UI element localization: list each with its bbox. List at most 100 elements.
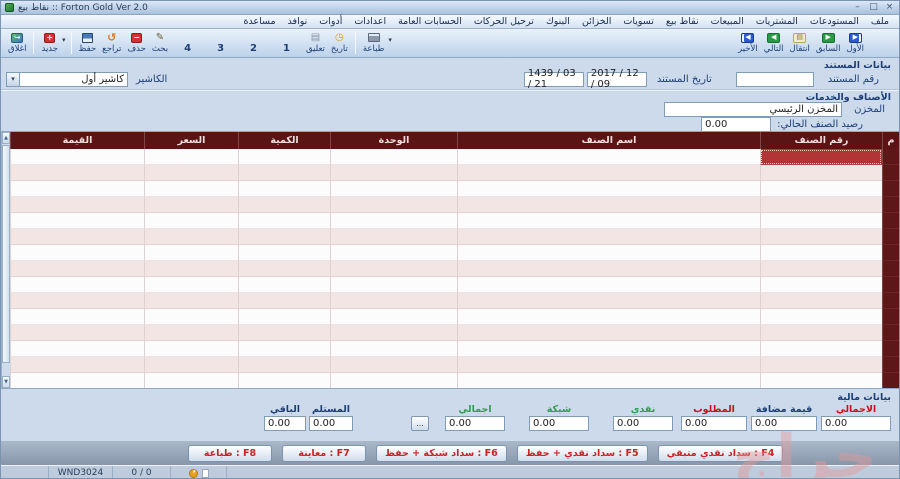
table-cell-itemno[interactable]: [760, 357, 882, 373]
table-cell-itemname[interactable]: [457, 245, 760, 261]
column-header-item-name[interactable]: اسم الصنف: [457, 132, 760, 149]
table-cell-itemno[interactable]: [760, 261, 882, 277]
table-cell-value[interactable]: [10, 181, 144, 197]
minimize-icon[interactable]: –: [852, 2, 863, 13]
table-row[interactable]: [10, 245, 899, 261]
menu-general-accounts[interactable]: الحسابات العامة: [392, 15, 468, 28]
scroll-down-icon[interactable]: ▼: [2, 376, 10, 388]
table-cell-value[interactable]: [10, 309, 144, 325]
scrollbar-thumb[interactable]: [2, 145, 10, 363]
vat-input[interactable]: 0.00: [751, 416, 817, 431]
table-cell-unit[interactable]: [330, 165, 457, 181]
goto-record-button[interactable]: ▤ انتقال: [787, 30, 813, 56]
table-cell-unit[interactable]: [330, 373, 457, 388]
cashier-dropdown-icon[interactable]: ▾: [6, 72, 19, 87]
table-cell-price[interactable]: [144, 357, 238, 373]
table-row[interactable]: [10, 357, 899, 373]
table-row[interactable]: [10, 373, 899, 388]
table-cell-price[interactable]: [144, 245, 238, 261]
history-button[interactable]: ◷ تاريخ: [328, 30, 351, 56]
table-row[interactable]: [10, 181, 899, 197]
slot-4[interactable]: 4: [184, 43, 191, 57]
table-cell-itemno[interactable]: [760, 181, 882, 197]
table-cell-unit[interactable]: [330, 293, 457, 309]
table-cell-value[interactable]: [10, 277, 144, 293]
table-cell-value[interactable]: [10, 325, 144, 341]
grand-total-input[interactable]: 0.00: [821, 416, 891, 431]
table-cell-price[interactable]: [144, 213, 238, 229]
menu-pos[interactable]: نقاط بيع: [660, 15, 705, 28]
table-cell-price[interactable]: [144, 261, 238, 277]
table-cell-itemno[interactable]: [760, 197, 882, 213]
menu-sales[interactable]: المبيعات: [705, 15, 750, 28]
slot-3[interactable]: 3: [217, 43, 224, 57]
preview-f7-button[interactable]: F7 : معاينة: [282, 445, 366, 462]
save-button[interactable]: حفظ: [76, 30, 100, 56]
table-cell-value[interactable]: [10, 373, 144, 388]
menu-safes[interactable]: الخزائن: [576, 15, 617, 28]
table-cell-itemno[interactable]: [760, 165, 882, 181]
cash-input[interactable]: 0.00: [613, 416, 673, 431]
card-input[interactable]: 0.00: [529, 416, 589, 431]
table-cell-qty[interactable]: [238, 213, 330, 229]
search-button[interactable]: ✎ بحث: [149, 30, 171, 56]
vertical-scrollbar[interactable]: ▲ ▼: [1, 132, 10, 388]
warehouse-input[interactable]: المخزن الرئيسي: [664, 102, 842, 117]
table-cell-itemno[interactable]: [760, 373, 882, 388]
table-row[interactable]: [10, 325, 899, 341]
table-cell-value[interactable]: [10, 197, 144, 213]
new-dropdown-icon[interactable]: ▾: [62, 36, 66, 44]
table-cell-itemname[interactable]: [457, 277, 760, 293]
table-cell-price[interactable]: [144, 149, 238, 165]
table-cell-itemname[interactable]: [457, 181, 760, 197]
column-header-price[interactable]: السعر: [144, 132, 238, 149]
delete-button[interactable]: − حذف: [124, 30, 149, 56]
table-cell-price[interactable]: [144, 277, 238, 293]
first-record-button[interactable]: ▶ الأول: [844, 30, 868, 56]
table-cell-qty[interactable]: [238, 261, 330, 277]
table-cell-itemno[interactable]: [760, 293, 882, 309]
table-cell-price[interactable]: [144, 181, 238, 197]
table-cell-value[interactable]: [10, 341, 144, 357]
table-cell-price[interactable]: [144, 229, 238, 245]
table-cell-unit[interactable]: [330, 325, 457, 341]
table-cell-price[interactable]: [144, 325, 238, 341]
table-cell-price[interactable]: [144, 165, 238, 181]
table-cell-value[interactable]: [10, 245, 144, 261]
table-cell-qty[interactable]: [238, 149, 330, 165]
column-header-item-number[interactable]: رقم الصنف: [760, 132, 882, 149]
table-cell-unit[interactable]: [330, 277, 457, 293]
table-cell-qty[interactable]: [238, 357, 330, 373]
print-f8-button[interactable]: F8 : طباعة: [188, 445, 272, 462]
table-cell-itemname[interactable]: [457, 197, 760, 213]
table-row[interactable]: [10, 165, 899, 181]
table-row[interactable]: [10, 277, 899, 293]
table-cell-itemno[interactable]: [760, 325, 882, 341]
table-cell-itemno[interactable]: [760, 309, 882, 325]
table-cell-unit[interactable]: [330, 261, 457, 277]
table-cell-itemname[interactable]: [457, 341, 760, 357]
menu-purchases[interactable]: المشتريات: [750, 15, 804, 28]
table-row[interactable]: [10, 261, 899, 277]
table-cell-qty[interactable]: [238, 245, 330, 261]
pay-card-save-f6-button[interactable]: F6 : سداد شبكة + حفظ: [376, 445, 507, 462]
table-cell-qty[interactable]: [238, 325, 330, 341]
menu-post-transactions[interactable]: ترحيل الحركات: [468, 15, 540, 28]
table-cell-itemname[interactable]: [457, 309, 760, 325]
comment-button[interactable]: ▤ تعليق: [303, 30, 328, 56]
table-cell-price[interactable]: [144, 309, 238, 325]
column-header-value[interactable]: القيمة: [10, 132, 144, 149]
menu-help[interactable]: مساعدة: [237, 15, 281, 28]
menu-adjustments[interactable]: تسويات: [617, 15, 660, 28]
table-row[interactable]: [10, 197, 899, 213]
table-cell-value[interactable]: [10, 229, 144, 245]
table-cell-itemname[interactable]: [457, 357, 760, 373]
table-cell-itemno[interactable]: [760, 229, 882, 245]
table-row[interactable]: [10, 213, 899, 229]
gregorian-date-input[interactable]: 2017 / 12 / 09: [587, 72, 647, 87]
table-cell-qty[interactable]: [238, 293, 330, 309]
table-cell-itemname[interactable]: [457, 261, 760, 277]
document-number-input[interactable]: [736, 72, 814, 87]
table-cell-itemname[interactable]: [457, 229, 760, 245]
table-cell-qty[interactable]: [238, 197, 330, 213]
